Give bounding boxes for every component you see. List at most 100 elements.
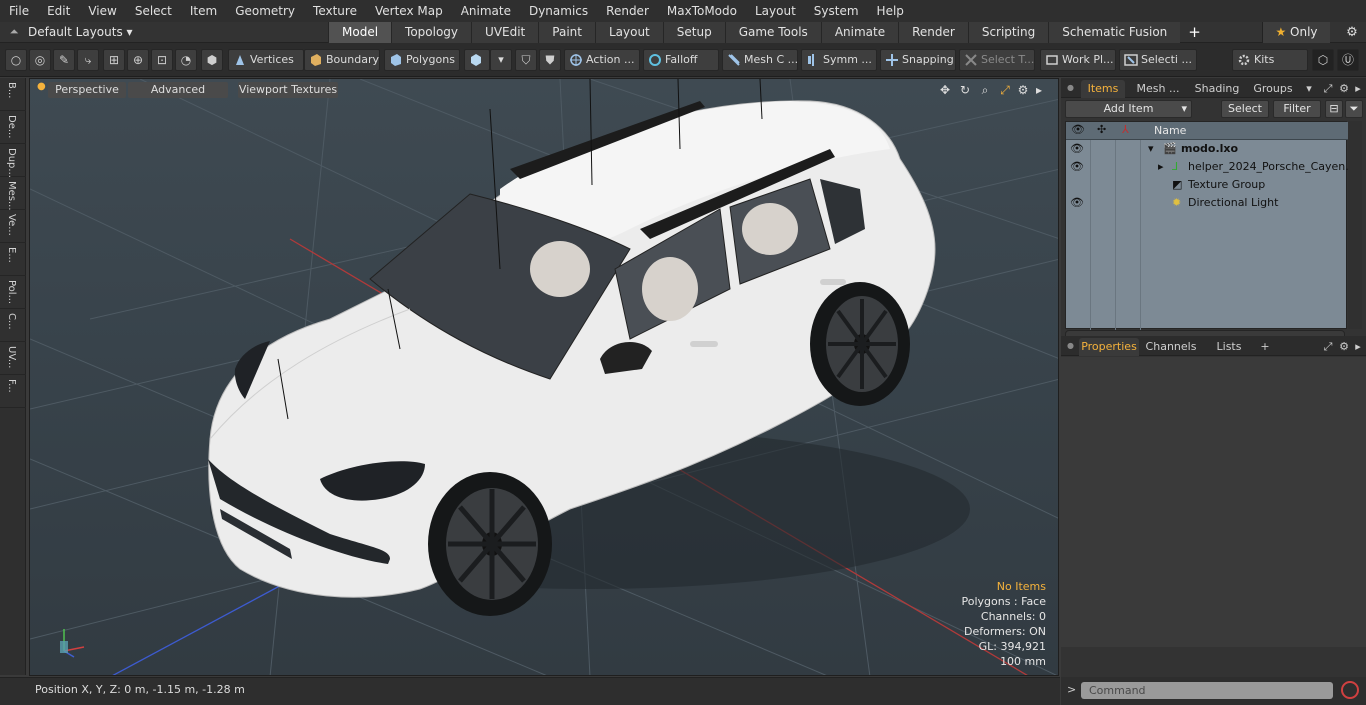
collapse-icon[interactable]: ⊟ bbox=[1325, 100, 1343, 118]
viewport-scene[interactable] bbox=[30, 79, 1059, 676]
work-plane-button[interactable]: Work Pl... bbox=[1040, 49, 1116, 71]
menu-file[interactable]: File bbox=[0, 0, 38, 22]
add-item-button[interactable]: Add Item ▾ bbox=[1065, 100, 1192, 118]
3d-viewport[interactable]: ● Perspective Advanced Viewport Textures… bbox=[29, 78, 1059, 676]
snapping-button[interactable]: Snapping bbox=[880, 49, 956, 71]
left-tab-uv[interactable]: UV... bbox=[0, 342, 26, 375]
tab-setup[interactable]: Setup bbox=[662, 21, 725, 43]
car-model[interactable] bbox=[208, 100, 970, 616]
gear-icon[interactable]: ⚙ bbox=[1338, 22, 1366, 43]
advanced-button[interactable]: Advanced bbox=[128, 82, 228, 98]
eye-icon[interactable]: 👁 bbox=[1070, 142, 1084, 155]
menu-animate[interactable]: Animate bbox=[452, 0, 520, 22]
left-tab-edge[interactable]: E... bbox=[0, 243, 26, 276]
left-tab-mesh-edit[interactable]: Mes... bbox=[0, 177, 26, 211]
tab-game-tools[interactable]: Game Tools bbox=[724, 21, 821, 43]
viewport-settings-icon[interactable]: ⚙ bbox=[1015, 82, 1031, 98]
menu-select[interactable]: Select bbox=[126, 0, 181, 22]
shield-icon[interactable]: ⛊ bbox=[539, 49, 561, 71]
symmetry-button[interactable]: Symm ... bbox=[801, 49, 877, 71]
command-input[interactable]: Command bbox=[1081, 682, 1333, 699]
center-icon[interactable]: ⊕ bbox=[127, 49, 149, 71]
tab-render[interactable]: Render bbox=[898, 21, 968, 43]
menu-render[interactable]: Render bbox=[597, 0, 658, 22]
material-button[interactable] bbox=[464, 49, 490, 71]
left-tab-duplicate[interactable]: Dup... bbox=[0, 144, 26, 178]
only-toggle[interactable]: ★ Only bbox=[1262, 22, 1330, 43]
collapse-up-icon[interactable]: ⏶ bbox=[0, 25, 28, 39]
tab-schematic-fusion[interactable]: Schematic Fusion bbox=[1048, 21, 1181, 43]
select-circle-icon[interactable]: ○ bbox=[5, 49, 27, 71]
layout-selector[interactable]: Default Layouts ▾ bbox=[28, 25, 328, 39]
add-tab-icon[interactable]: + bbox=[1259, 338, 1271, 356]
tab-topology[interactable]: Topology bbox=[391, 21, 472, 43]
tabs-more-icon[interactable]: ▾ bbox=[1303, 80, 1315, 98]
tab-mesh[interactable]: Mesh ... bbox=[1131, 80, 1185, 98]
action-button[interactable]: Action ... bbox=[564, 49, 640, 71]
viewport-menu-icon[interactable]: ▸ bbox=[1031, 82, 1047, 98]
snap-box-icon[interactable]: ⊡ bbox=[151, 49, 173, 71]
tab-scripting[interactable]: Scripting bbox=[967, 21, 1049, 43]
tab-paint[interactable]: Paint bbox=[538, 21, 595, 43]
panel-settings-icon[interactable]: ⚙ bbox=[1337, 338, 1351, 356]
unity-icon[interactable]: ⬡ bbox=[1312, 49, 1334, 71]
tree-vertical-scrollbar[interactable] bbox=[1348, 121, 1362, 329]
left-tab-deform[interactable]: De... bbox=[0, 111, 26, 144]
tab-model[interactable]: Model bbox=[328, 21, 392, 43]
select-through-button[interactable]: Select T... bbox=[959, 49, 1035, 71]
collapsed-arrow-icon[interactable]: ▸ bbox=[1158, 160, 1164, 173]
perspective-button[interactable]: Perspective bbox=[48, 82, 126, 98]
menu-dynamics[interactable]: Dynamics bbox=[520, 0, 597, 22]
rotate-view-icon[interactable]: ↻ bbox=[957, 82, 973, 98]
menu-system[interactable]: System bbox=[805, 0, 868, 22]
left-tab-polygon[interactable]: Pol... bbox=[0, 276, 26, 309]
left-tab-vertex[interactable]: Ve... bbox=[0, 210, 26, 243]
record-icon[interactable] bbox=[1341, 681, 1359, 699]
eye-icon[interactable]: 👁 bbox=[1070, 196, 1084, 209]
filter-button[interactable]: Filter bbox=[1273, 100, 1321, 118]
tab-channels[interactable]: Channels bbox=[1143, 338, 1199, 356]
select-button[interactable]: Select bbox=[1221, 100, 1269, 118]
tab-layout[interactable]: Layout bbox=[594, 21, 663, 43]
funnel-icon[interactable]: ⏷ bbox=[1345, 100, 1363, 118]
menu-maxtomodo[interactable]: MaxToModo bbox=[658, 0, 746, 22]
tree-row-helper[interactable]: 👁 ▸ ⅃ helper_2024_Porsche_Cayen... bbox=[1066, 158, 1356, 176]
tab-animate[interactable]: Animate bbox=[820, 21, 899, 43]
lock-icon[interactable]: ✣ bbox=[1097, 123, 1106, 136]
selection-sets-button[interactable]: Selecti ... bbox=[1119, 49, 1197, 71]
move-view-icon[interactable]: ✥ bbox=[937, 82, 953, 98]
globe-icon[interactable]: ◎ bbox=[29, 49, 51, 71]
visibility-eye-icon[interactable]: 👁 bbox=[1071, 123, 1085, 136]
menu-vertex-map[interactable]: Vertex Map bbox=[366, 0, 452, 22]
align-icon[interactable]: ⊞ bbox=[103, 49, 125, 71]
viewport-textures-button[interactable]: Viewport Textures bbox=[238, 82, 338, 98]
material-dropdown[interactable]: ▾ bbox=[490, 49, 512, 71]
menu-edit[interactable]: Edit bbox=[38, 0, 79, 22]
left-tab-basic[interactable]: B... bbox=[0, 78, 26, 111]
panel-menu-icon[interactable]: ▸ bbox=[1351, 338, 1365, 356]
brush-icon[interactable]: ⤷ bbox=[77, 49, 99, 71]
eye-icon[interactable]: 👁 bbox=[1070, 160, 1084, 173]
name-column-header[interactable]: Name bbox=[1154, 124, 1186, 137]
tab-items[interactable]: Items bbox=[1081, 80, 1125, 98]
tree-row-scene[interactable]: 👁 ▾ 🎬 modo.lxo bbox=[1066, 140, 1348, 158]
tab-lists[interactable]: Lists bbox=[1209, 338, 1249, 356]
tab-shading[interactable]: Shading bbox=[1191, 80, 1243, 98]
expand-panel-icon[interactable]: ⤢ bbox=[1321, 80, 1335, 98]
unreal-icon[interactable]: Ⓤ bbox=[1337, 49, 1359, 71]
menu-help[interactable]: Help bbox=[868, 0, 913, 22]
menu-layout[interactable]: Layout bbox=[746, 0, 805, 22]
menu-geometry[interactable]: Geometry bbox=[226, 0, 304, 22]
left-tab-curve[interactable]: C... bbox=[0, 309, 26, 342]
tab-groups[interactable]: Groups bbox=[1249, 80, 1297, 98]
panel-settings-icon[interactable]: ⚙ bbox=[1337, 80, 1351, 98]
left-tab-fusion[interactable]: F... bbox=[0, 375, 26, 408]
tree-row-directional-light[interactable]: 👁 ✹ Directional Light bbox=[1066, 194, 1348, 212]
symmetry-shield-icon[interactable]: ⛉ bbox=[515, 49, 537, 71]
zoom-view-icon[interactable]: ⌕ bbox=[977, 82, 993, 98]
maximize-view-icon[interactable]: ⤢ bbox=[997, 82, 1013, 98]
tab-properties[interactable]: Properties bbox=[1079, 338, 1139, 356]
tab-uvedit[interactable]: UVEdit bbox=[471, 21, 539, 43]
menu-texture[interactable]: Texture bbox=[304, 0, 366, 22]
add-tab-icon[interactable]: + bbox=[1180, 22, 1209, 42]
